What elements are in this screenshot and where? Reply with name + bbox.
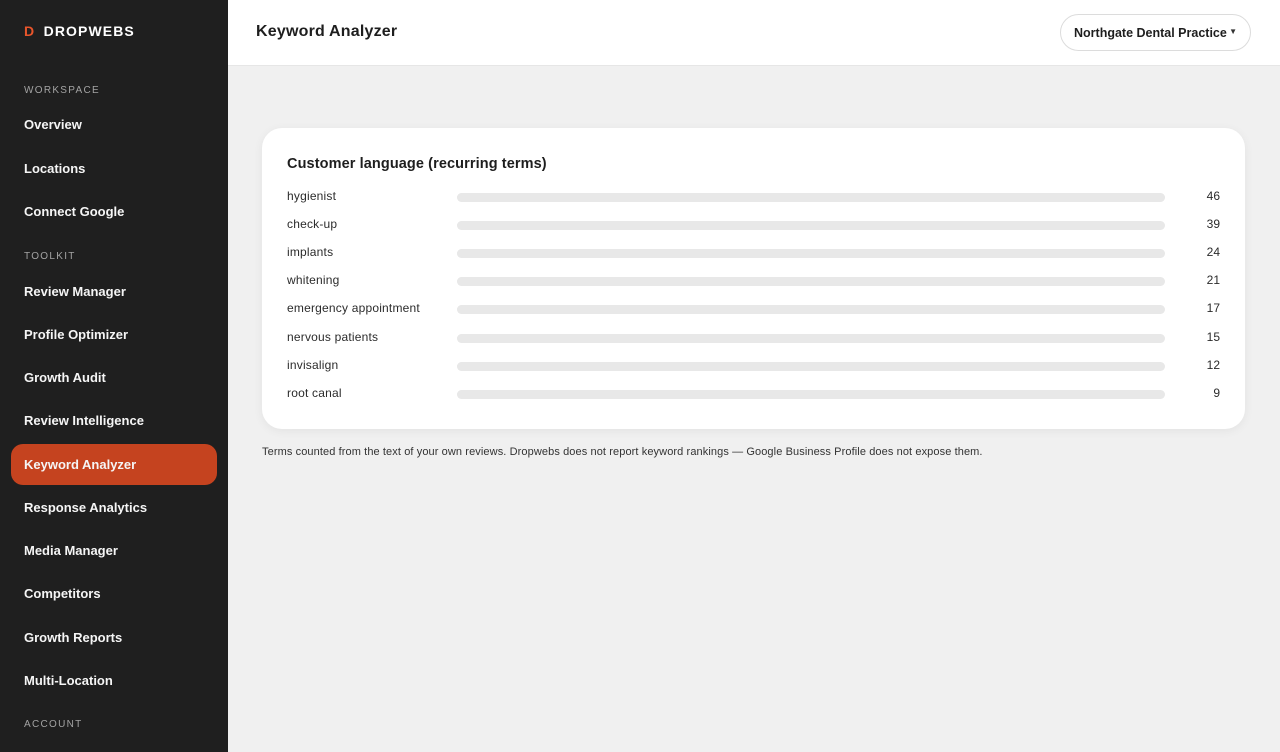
term-bar-track bbox=[457, 333, 1165, 343]
term-bar-fill bbox=[457, 193, 1165, 202]
term-row: nervous patients 15 bbox=[262, 328, 1245, 348]
terms-card: Customer language (recurring terms) hygi… bbox=[262, 128, 1245, 429]
term-bar-track bbox=[457, 249, 1165, 259]
term-bar-track bbox=[457, 221, 1165, 231]
sidebar-item-multi-location[interactable]: Multi-Location bbox=[11, 660, 217, 701]
term-row: hygienist 46 bbox=[262, 187, 1245, 207]
sidebar-item-profile-optimizer[interactable]: Profile Optimizer bbox=[11, 314, 217, 355]
brand-mark-icon: D bbox=[24, 23, 35, 39]
term-count: 39 bbox=[1206, 217, 1220, 232]
term-bar-fill bbox=[457, 361, 642, 371]
sidebar-item-keyword-analyzer[interactable]: Keyword Analyzer bbox=[11, 444, 217, 485]
brand-logo[interactable]: D DROPWEBS bbox=[24, 22, 135, 40]
card-title: Customer language (recurring terms) bbox=[287, 156, 547, 172]
sidebar: D DROPWEBS WORKSPACE Overview Locations … bbox=[0, 0, 228, 752]
term-bar-fill bbox=[457, 333, 688, 343]
term-bar-fill bbox=[457, 249, 827, 259]
term-bar-fill bbox=[457, 305, 719, 315]
term-row: root canal 9 bbox=[262, 384, 1245, 404]
term-bar-track bbox=[457, 361, 1165, 371]
brand-name: DROPWEBS bbox=[43, 23, 135, 39]
term-label: invisalign bbox=[287, 357, 339, 372]
location-select[interactable]: Northgate Dental Practice ▼ bbox=[1060, 14, 1251, 51]
term-bar-track bbox=[457, 389, 1165, 399]
sidebar-item-locations[interactable]: Locations bbox=[11, 148, 217, 189]
term-row: check-up 39 bbox=[262, 215, 1245, 235]
sidebar-item-media-manager[interactable]: Media Manager bbox=[11, 530, 217, 571]
term-row: emergency appointment 17 bbox=[262, 299, 1245, 319]
sidebar-item-review-manager[interactable]: Review Manager bbox=[11, 271, 217, 312]
term-label: nervous patients bbox=[287, 329, 379, 344]
term-row: whitening 21 bbox=[262, 271, 1245, 291]
term-count: 9 bbox=[1213, 385, 1220, 400]
term-bar-fill bbox=[457, 389, 596, 399]
term-row: implants 24 bbox=[262, 243, 1245, 263]
chevron-down-icon: ▼ bbox=[1229, 27, 1237, 36]
term-bar-track bbox=[457, 305, 1165, 315]
top-bar: Keyword Analyzer Northgate Dental Practi… bbox=[228, 0, 1280, 66]
term-count: 12 bbox=[1206, 357, 1220, 372]
footnote: Terms counted from the text of your own … bbox=[262, 446, 983, 458]
term-label: emergency appointment bbox=[287, 301, 420, 316]
term-row: invisalign 12 bbox=[262, 356, 1245, 376]
term-bar-fill bbox=[457, 221, 1058, 231]
term-bar-track bbox=[457, 277, 1165, 287]
term-label: whitening bbox=[287, 273, 340, 288]
sidebar-item-connect-google[interactable]: Connect Google bbox=[11, 191, 217, 232]
term-count: 15 bbox=[1206, 329, 1220, 344]
sidebar-item-growth-reports[interactable]: Growth Reports bbox=[11, 617, 217, 658]
section-label-workspace: WORKSPACE bbox=[24, 85, 100, 96]
term-label: hygienist bbox=[287, 189, 337, 203]
sidebar-item-overview[interactable]: Overview bbox=[11, 104, 217, 145]
section-label-toolkit: TOOLKIT bbox=[24, 251, 76, 262]
term-label: root canal bbox=[287, 385, 342, 400]
sidebar-item-response-analytics[interactable]: Response Analytics bbox=[11, 487, 217, 528]
term-label: implants bbox=[287, 245, 334, 260]
term-bar-track bbox=[457, 193, 1165, 202]
sidebar-item-growth-audit[interactable]: Growth Audit bbox=[11, 357, 217, 398]
term-count: 21 bbox=[1206, 273, 1220, 288]
term-count: 17 bbox=[1206, 301, 1220, 316]
location-select-value: Northgate Dental Practice bbox=[1074, 25, 1227, 40]
page-title: Keyword Analyzer bbox=[256, 23, 398, 40]
term-count: 24 bbox=[1206, 245, 1220, 260]
sidebar-item-competitors[interactable]: Competitors bbox=[11, 573, 217, 614]
sidebar-item-review-intelligence[interactable]: Review Intelligence bbox=[11, 400, 217, 441]
term-count: 46 bbox=[1206, 189, 1220, 203]
term-label: check-up bbox=[287, 217, 338, 232]
section-label-account: ACCOUNT bbox=[24, 719, 83, 730]
term-bar-fill bbox=[457, 277, 781, 287]
